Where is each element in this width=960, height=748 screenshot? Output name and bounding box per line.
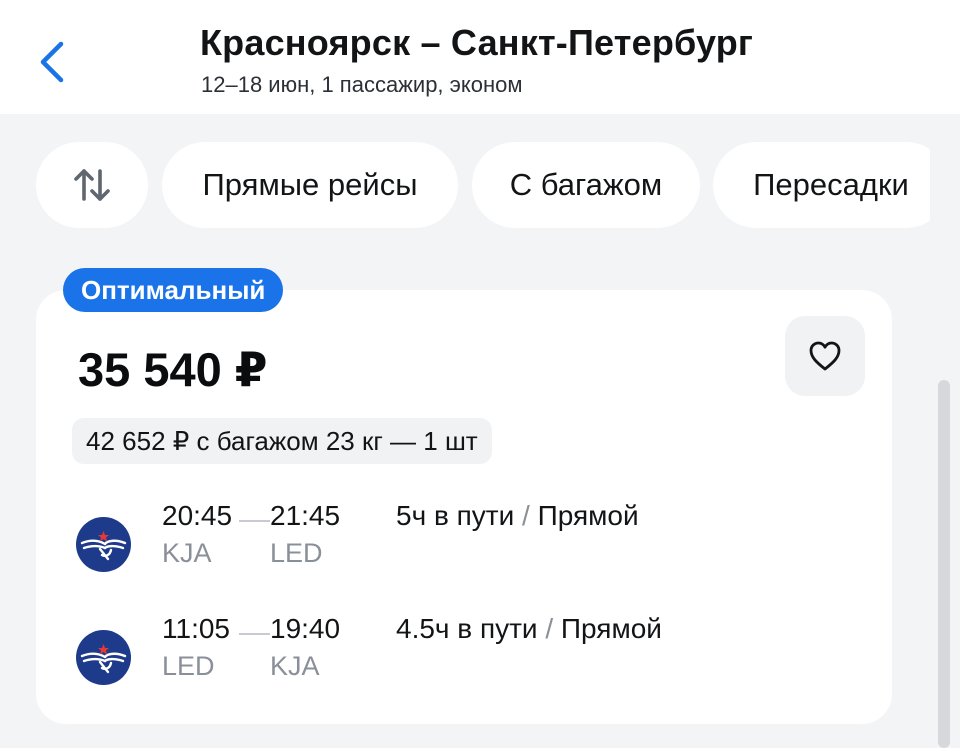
aeroflot-logo	[76, 630, 131, 685]
info-separator: /	[514, 500, 538, 531]
info-separator: /	[537, 613, 561, 644]
route-title: Красноярск – Санкт-Петербург	[200, 22, 754, 63]
departure-airport-code: KJA	[162, 538, 212, 568]
arrival-time: 21:45	[270, 500, 341, 531]
ticket-card[interactable]: 35 540 ₽ 42 652 ₽ с багажом 23 кг — 1 шт…	[36, 290, 892, 724]
time-separator	[239, 520, 270, 522]
favorite-button[interactable]	[785, 316, 865, 396]
filter-with-baggage[interactable]: С багажом	[472, 142, 700, 228]
departure-time: 20:45	[162, 500, 233, 531]
chevron-left-icon	[40, 41, 64, 83]
arrival-airport-code: LED	[270, 538, 323, 568]
time-separator	[239, 633, 270, 635]
flight-stops: Прямой	[537, 500, 639, 531]
sort-arrows-icon	[74, 169, 110, 201]
heart-icon	[809, 341, 841, 371]
arrival-airport-code: KJA	[270, 651, 320, 681]
flight-info: 5ч в пути / Прямой	[396, 500, 639, 532]
ticket-price: 35 540 ₽	[78, 343, 268, 396]
flight-segment: 11:05 19:40 LED KJA 4.5ч в пути / Прямой	[76, 613, 856, 693]
optimal-badge: Оптимальный	[63, 268, 284, 312]
filter-transfers[interactable]: Пересадки	[713, 142, 930, 228]
trip-details: 12–18 июн, 1 пассажир, эконом	[201, 72, 523, 97]
back-button[interactable]	[28, 36, 76, 88]
flight-stops: Прямой	[560, 613, 662, 644]
flight-duration: 4.5ч в пути	[396, 613, 538, 644]
arrival-time: 19:40	[270, 613, 341, 644]
flight-info: 4.5ч в пути / Прямой	[396, 613, 662, 645]
scrollbar[interactable]	[938, 380, 950, 748]
flight-segment: 20:45 21:45 KJA LED 5ч в пути / Прямой	[76, 500, 856, 580]
baggage-price-pill: 42 652 ₽ с багажом 23 кг — 1 шт	[72, 418, 492, 464]
sort-button[interactable]	[36, 142, 148, 228]
flight-duration: 5ч в пути	[396, 500, 515, 531]
filter-bar: Прямые рейсы С багажом Пересадки	[0, 140, 930, 230]
top-app-bar: Красноярск – Санкт-Петербург 12–18 июн, …	[0, 0, 960, 114]
aeroflot-logo	[76, 517, 131, 572]
departure-airport-code: LED	[162, 651, 215, 681]
departure-time: 11:05	[162, 613, 230, 644]
filter-direct-flights[interactable]: Прямые рейсы	[162, 142, 458, 228]
